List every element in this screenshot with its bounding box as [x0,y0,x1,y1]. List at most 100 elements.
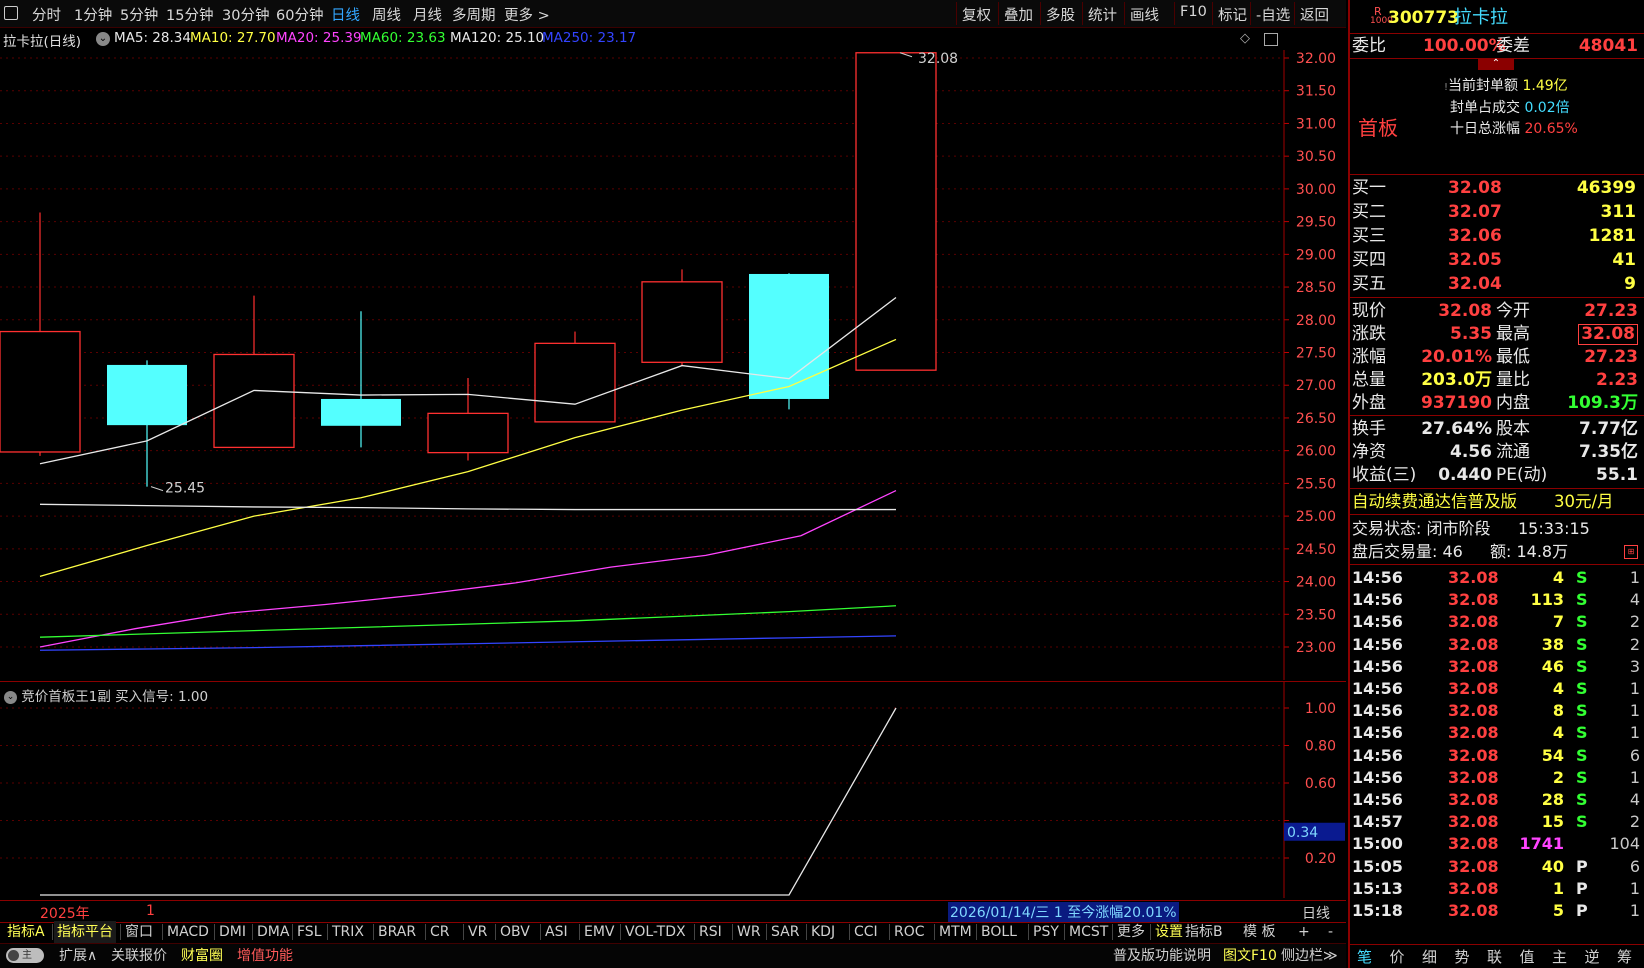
indicator-tab-13[interactable]: EMV [581,921,618,943]
indicator-tab-1[interactable]: 指标平台 [54,921,116,943]
quote-row: 现价 32.08 今开 27.23 [1352,301,1638,321]
candle-body[interactable] [534,342,616,423]
indicator-tab-10[interactable]: VR [465,921,490,943]
tick-row: 15:05 32.08 40 P 6 [1352,856,1640,876]
calc-icon[interactable]: ⊞ [1624,545,1638,559]
price-annotation: 32.08 [918,51,958,67]
status-right-item-0[interactable]: 普及版功能说明 [1110,945,1214,967]
indicator-tab-3[interactable]: MACD [164,921,212,943]
ma-legend-item: MA120: 25.10 [450,30,545,46]
y-tick-label: 30.00 [1296,182,1336,198]
tick-row: 14:56 32.08 113 S 4 [1352,590,1640,610]
indicator-tab-right-0[interactable]: 指标B [1182,921,1226,943]
right-tab-6[interactable]: 主 [1549,946,1570,968]
month-label: 1 [146,903,155,919]
toolbar-button-8[interactable]: 返回 [1300,4,1329,25]
y-tick-label: 0.80 [1305,739,1336,755]
status-right-item-1[interactable]: 图文F10 [1220,945,1280,967]
status-item-3[interactable]: 增值功能 [234,945,296,967]
indicator-tab-2[interactable]: 窗口 [122,921,156,943]
signal-line [40,707,897,896]
indicator-tab-12[interactable]: ASI [542,921,571,943]
indicator-tab-15[interactable]: RSI [696,921,725,943]
candle-body[interactable] [213,353,295,449]
indicator-tab-right-3[interactable]: - [1325,921,1336,943]
indicator-tab-6[interactable]: FSL [294,921,325,943]
tick-row: 14:56 32.08 46 S 3 [1352,656,1640,676]
tick-row: 14:56 32.08 54 S 6 [1352,745,1640,765]
status-right-item-2[interactable]: 侧边栏≫ [1278,945,1341,967]
diamond-icon[interactable]: ◇ [1240,31,1250,46]
stock-name: 拉卡拉 [1454,7,1508,28]
indicator-tab-26[interactable]: 设置 [1152,921,1186,943]
quote-row: 涨跌 5.35 最高 32.08 [1348,323,1644,346]
tick-row: 15:00 32.08 1741 104 [1352,834,1640,854]
right-tab-5[interactable]: 值 [1517,946,1538,968]
indicator-tab-23[interactable]: PSY [1030,921,1062,943]
ma-line-ma120 [39,503,896,511]
indicator-tab-21[interactable]: MTM [936,921,975,943]
candle-body[interactable] [855,52,937,371]
order-book-row: 买一 32.08 46399 [1352,178,1636,198]
y-tick-label: 1.00 [1305,701,1336,717]
right-tab-8[interactable]: 筹 [1614,946,1635,968]
candle-body[interactable] [749,273,829,399]
promo-row[interactable]: 自动续费通达信普及版 30元/月 [1348,490,1644,513]
chart-stock-name: 拉卡拉(日线) [3,34,82,50]
candle-body[interactable] [641,281,723,363]
y-tick-label: 23.50 [1296,607,1336,623]
y-tick-label: 24.50 [1296,542,1336,558]
expand-arrow-icon[interactable]: ⌃ [1478,58,1514,70]
indicator-tab-5[interactable]: DMA [254,921,292,943]
indicator-tab-4[interactable]: DMI [216,921,249,943]
indicator-chart[interactable]: 1.00 0.80 0.60 0.20 0.34 [0,682,1346,898]
collapse-icon[interactable]: ⌄ [96,32,110,46]
right-tab-0[interactable]: 笔 [1354,946,1375,968]
theme-toggle[interactable]: 主 [6,948,44,963]
tick-row: 14:56 32.08 7 S 2 [1352,612,1640,632]
indicator-tab-22[interactable]: BOLL [978,921,1020,943]
indicator-tab-8[interactable]: BRAR [375,921,419,943]
indicator-tab-0[interactable]: 指标A [4,921,48,943]
after-hours-row: 盘后交易量: 46 额: 14.8万 ⊞ [1348,540,1644,563]
panel-toggle-icon[interactable] [1264,33,1278,46]
indicator-tab-right-1[interactable]: 模 板 [1240,921,1278,943]
tick-row: 14:56 32.08 4 S 1 [1352,723,1640,743]
indicator-tab-25[interactable]: 更多 [1114,921,1148,943]
order-book-row: 买二 32.07 311 [1352,202,1636,222]
candle-body[interactable] [107,364,187,426]
indicator-tab-9[interactable]: CR [427,921,453,943]
candle-body[interactable] [427,412,509,454]
y-tick-label: 28.00 [1296,313,1336,329]
candle-body[interactable] [321,398,401,426]
stock-code: 300773 [1388,8,1459,28]
indicator-tab-19[interactable]: CCI [851,921,881,943]
ma-legend-item: MA60: 23.63 [360,30,446,46]
indicator-tab-17[interactable]: SAR [768,921,802,943]
candlestick-chart[interactable]: 32.00 31.50 31.00 30.50 30.00 29.50 29.00 28.50… [0,50,1346,680]
right-tabs: 笔价细势联值主逆筹 [1348,946,1644,968]
quote-row: 总量 203.0万 量比 2.23 [1352,370,1638,390]
indicator-tab-24[interactable]: MCST [1066,921,1111,943]
right-tab-7[interactable]: 逆 [1582,946,1603,968]
indicator-tab-right-2[interactable]: + [1295,921,1313,943]
tick-row: 14:57 32.08 15 S 2 [1352,812,1640,832]
indicator-tab-20[interactable]: ROC [891,921,928,943]
candle-body[interactable] [0,330,81,453]
y-tick-label: 26.00 [1296,444,1336,460]
range-label: 2026/01/14/三 1 至今涨幅20.01% [948,902,1179,922]
indicator-tab-7[interactable]: TRIX [329,921,367,943]
indicator-tab-18[interactable]: KDJ [808,921,838,943]
right-tab-1[interactable]: 价 [1387,946,1408,968]
status-item-1[interactable]: 关联报价 [108,945,170,967]
status-item-0[interactable]: 扩展∧ [56,945,100,967]
status-item-2[interactable]: 财富圈 [178,945,226,967]
indicator-tab-11[interactable]: OBV [497,921,533,943]
indicator-tab-14[interactable]: VOL-TDX [622,921,689,943]
y-tick-label: 28.50 [1296,280,1336,296]
indicator-tab-16[interactable]: WR [734,921,764,943]
right-tab-3[interactable]: 势 [1452,946,1473,968]
order-book-row: 买五 32.04 9 [1352,274,1636,294]
right-tab-2[interactable]: 细 [1419,946,1440,968]
right-tab-4[interactable]: 联 [1484,946,1505,968]
